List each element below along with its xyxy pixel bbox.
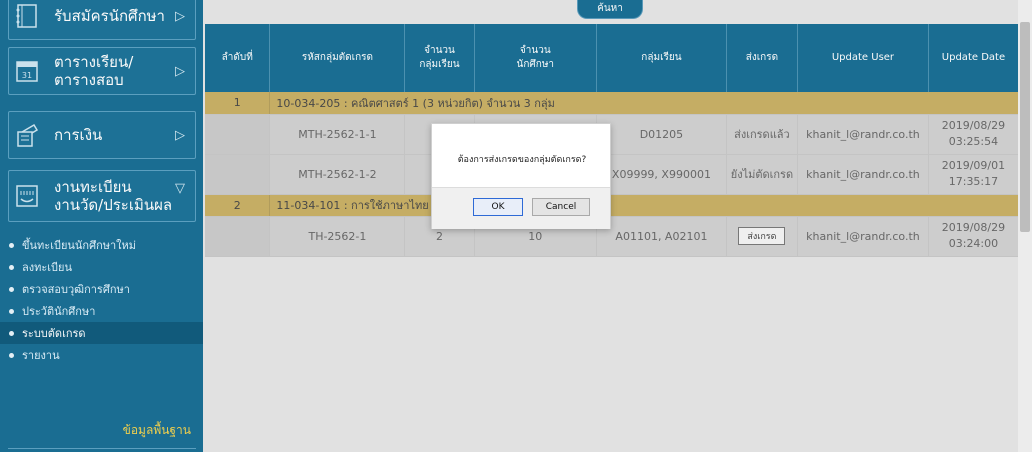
dialog-footer: OK Cancel bbox=[432, 187, 610, 229]
cancel-button[interactable]: Cancel bbox=[532, 198, 590, 216]
confirm-dialog: ต้องการส่งเกรดของกลุ่มตัดเกรด? OK Cancel bbox=[431, 123, 611, 229]
ok-button[interactable]: OK bbox=[473, 198, 523, 216]
dialog-message: ต้องการส่งเกรดของกลุ่มตัดเกรด? bbox=[457, 155, 587, 165]
